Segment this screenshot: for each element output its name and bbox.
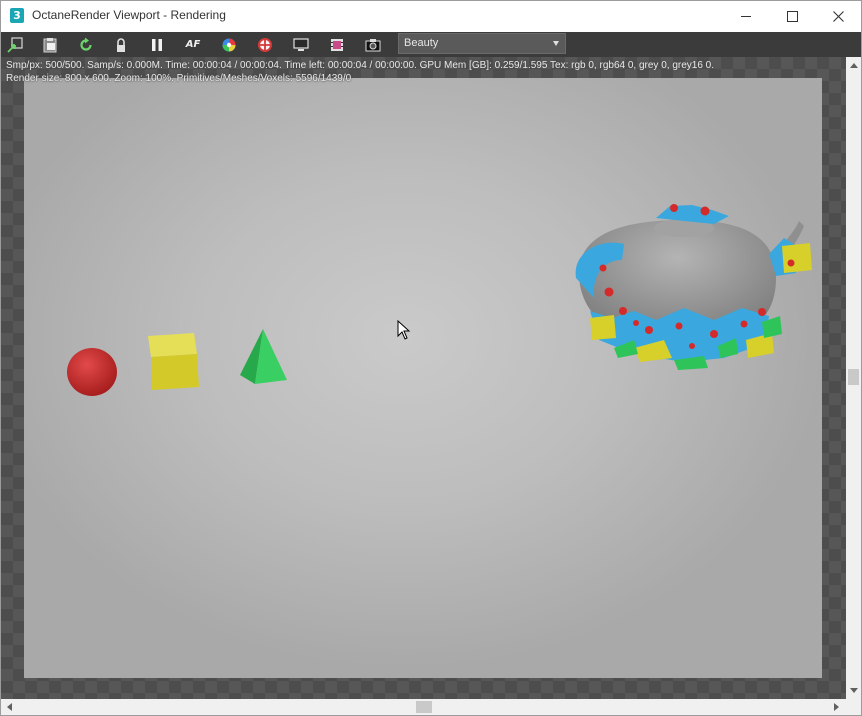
- close-button[interactable]: [815, 1, 861, 32]
- scene-svg: [67, 204, 812, 396]
- render-size-line: Render size: 800 x 600. Zoom: 100%. Prim…: [6, 73, 352, 84]
- restart-render-button[interactable]: [76, 35, 96, 54]
- horizontal-scroll-thumb[interactable]: [416, 701, 432, 713]
- render-pass-dropdown[interactable]: Beauty: [398, 33, 566, 54]
- render-stats-line: Smp/px: 500/500. Samp/s: 0.000M. Time: 0…: [6, 60, 715, 71]
- scroll-down-icon[interactable]: [850, 688, 858, 693]
- lock-icon: [117, 37, 125, 52]
- monitor-icon: [293, 37, 309, 51]
- maximize-button[interactable]: [769, 1, 815, 32]
- pause-render-button[interactable]: [147, 35, 167, 54]
- render-viewport[interactable]: Smp/px: 500/500. Samp/s: 0.000M. Time: 0…: [1, 57, 846, 699]
- film-settings-button[interactable]: [327, 35, 347, 54]
- octane-viewport-window: 3 OctaneRender Viewport - Rendering AF B…: [0, 0, 862, 716]
- auto-focus-button[interactable]: AF: [183, 35, 203, 54]
- film-icon: [331, 38, 343, 51]
- target-icon: [258, 37, 272, 52]
- color-wheel-icon: [222, 38, 236, 51]
- title-bar[interactable]: 3 OctaneRender Viewport - Rendering: [1, 1, 861, 32]
- refresh-icon: [80, 37, 92, 51]
- export-icon: [7, 36, 23, 53]
- scrollbar-corner: [846, 699, 861, 715]
- chevron-down-icon: [553, 41, 559, 46]
- lock-viewport-button[interactable]: [111, 35, 131, 54]
- vertical-scroll-thumb[interactable]: [848, 369, 859, 385]
- red-sphere: [67, 348, 117, 396]
- vertical-scrollbar[interactable]: [846, 57, 861, 699]
- monitor-settings-button[interactable]: [291, 35, 311, 54]
- minimize-button[interactable]: [723, 1, 769, 32]
- app-icon: 3: [10, 8, 24, 23]
- render-image[interactable]: [24, 78, 822, 678]
- mouse-cursor-icon: [397, 320, 411, 340]
- color-picker-button[interactable]: [219, 35, 239, 54]
- render-pass-value: Beauty: [404, 37, 439, 49]
- pause-icon: [152, 38, 162, 51]
- scroll-up-icon[interactable]: [850, 63, 858, 68]
- horizontal-scrollbar[interactable]: [1, 699, 846, 715]
- export-render-button[interactable]: [5, 35, 25, 54]
- region-render-button[interactable]: [255, 35, 275, 54]
- green-pyramid: [240, 329, 287, 384]
- clipboard-icon: [43, 37, 57, 52]
- close-icon: [832, 11, 844, 22]
- af-icon: AF: [185, 39, 201, 50]
- window-title: OctaneRender Viewport - Rendering: [32, 8, 226, 22]
- yellow-cube: [148, 333, 199, 390]
- clipboard-copy-button[interactable]: [40, 35, 60, 54]
- snapshot-button[interactable]: [363, 35, 383, 54]
- teapot: [575, 204, 812, 370]
- maximize-icon: [786, 11, 798, 22]
- minimize-icon: [741, 16, 751, 17]
- scroll-left-icon[interactable]: [7, 703, 12, 711]
- camera-icon: [365, 38, 381, 51]
- scroll-right-icon[interactable]: [834, 703, 839, 711]
